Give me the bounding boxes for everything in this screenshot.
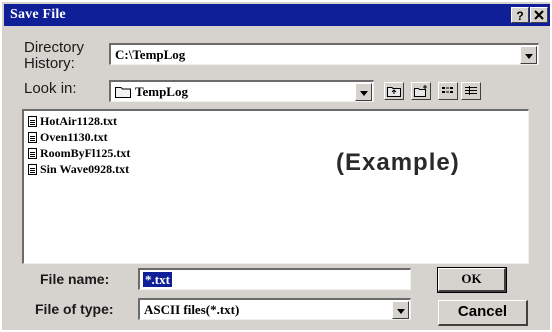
cancel-button[interactable]: Cancel [438, 300, 528, 326]
save-file-dialog: Save File ? Directory History: C:\TempLo… [0, 0, 552, 332]
directory-history-label: Directory History: [24, 39, 85, 72]
file-name-label: File name: [40, 271, 110, 287]
create-new-folder-button[interactable] [411, 82, 431, 100]
look-in-value: TempLog [135, 84, 188, 99]
create-new-folder-icon [414, 85, 427, 97]
title-bar[interactable]: Save File ? [4, 4, 550, 26]
list-view-icon [442, 87, 453, 93]
file-type-value: ASCII files(*.txt) [144, 302, 240, 317]
dialog-title: Save File [10, 7, 66, 22]
directory-history-value: C:\TempLog [115, 47, 186, 62]
close-icon [534, 10, 544, 20]
list-item[interactable]: Oven1130.txt [28, 129, 108, 145]
directory-history-combo[interactable]: C:\TempLog [109, 43, 539, 65]
file-name-text: Oven1130.txt [40, 129, 108, 144]
text-file-icon [28, 147, 37, 159]
text-file-icon [28, 131, 37, 143]
ok-button[interactable]: OK [437, 267, 507, 293]
up-one-level-button[interactable] [384, 82, 404, 100]
file-name-input[interactable]: *.txt [138, 268, 411, 290]
text-file-icon [28, 163, 37, 175]
directory-history-dropdown-button[interactable] [520, 46, 537, 64]
details-view-button[interactable] [461, 82, 481, 100]
list-item[interactable]: Sin Wave0928.txt [28, 161, 129, 177]
file-type-dropdown-button[interactable] [392, 301, 409, 319]
close-button[interactable] [530, 7, 548, 23]
example-annotation: (Example) [336, 149, 460, 176]
file-list[interactable]: HotAir1128.txt Oven1130.txt RoomByFl125.… [22, 109, 529, 264]
list-view-button[interactable] [438, 82, 458, 100]
look-in-dropdown-button[interactable] [355, 83, 372, 101]
list-item[interactable]: HotAir1128.txt [28, 113, 117, 129]
help-button[interactable]: ? [511, 7, 529, 23]
look-in-label: Look in: [24, 80, 77, 97]
text-file-icon [28, 115, 37, 127]
file-name-text: HotAir1128.txt [40, 113, 117, 128]
file-name-text: RoomByFl125.txt [40, 145, 131, 160]
folder-icon [115, 87, 131, 98]
file-type-combo[interactable]: ASCII files(*.txt) [138, 298, 411, 320]
file-name-value: *.txt [143, 272, 172, 287]
file-name-text: Sin Wave0928.txt [40, 161, 130, 176]
details-view-icon [465, 86, 477, 95]
file-type-label: File of type: [35, 301, 114, 317]
up-one-level-icon [387, 87, 401, 97]
look-in-combo[interactable]: TempLog [109, 80, 374, 102]
list-item[interactable]: RoomByFl125.txt [28, 145, 130, 161]
